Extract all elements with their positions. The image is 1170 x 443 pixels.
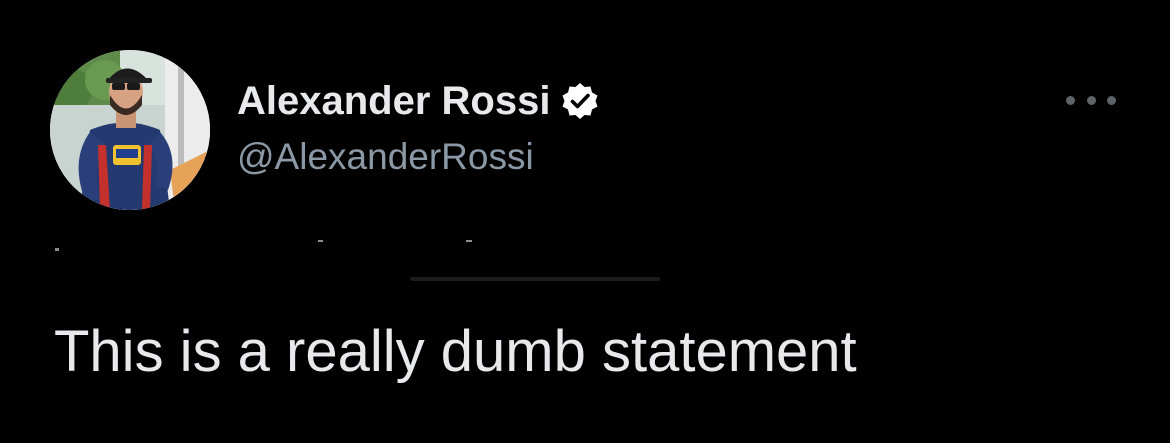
tweet-card: Alexander Rossi @AlexanderRossi This is … [0, 0, 1170, 443]
user-handle[interactable]: @AlexanderRossi [237, 136, 600, 178]
artifact-speck [318, 240, 323, 242]
author-info[interactable]: Alexander Rossi @AlexanderRossi [237, 78, 600, 178]
more-options-icon[interactable] [1066, 88, 1116, 112]
artifact-streak [410, 277, 660, 281]
avatar[interactable] [50, 50, 210, 210]
display-name[interactable]: Alexander Rossi [237, 79, 550, 124]
artifact-speck [466, 240, 472, 242]
tweet-text: This is a really dumb statement [54, 319, 857, 384]
menu-dot [1086, 95, 1096, 105]
artifact-speck [55, 248, 59, 251]
menu-dot [1107, 95, 1116, 105]
verified-badge-icon [560, 81, 600, 121]
avatar-photo [50, 50, 210, 210]
name-row: Alexander Rossi [237, 78, 600, 124]
menu-dot [1066, 95, 1075, 105]
